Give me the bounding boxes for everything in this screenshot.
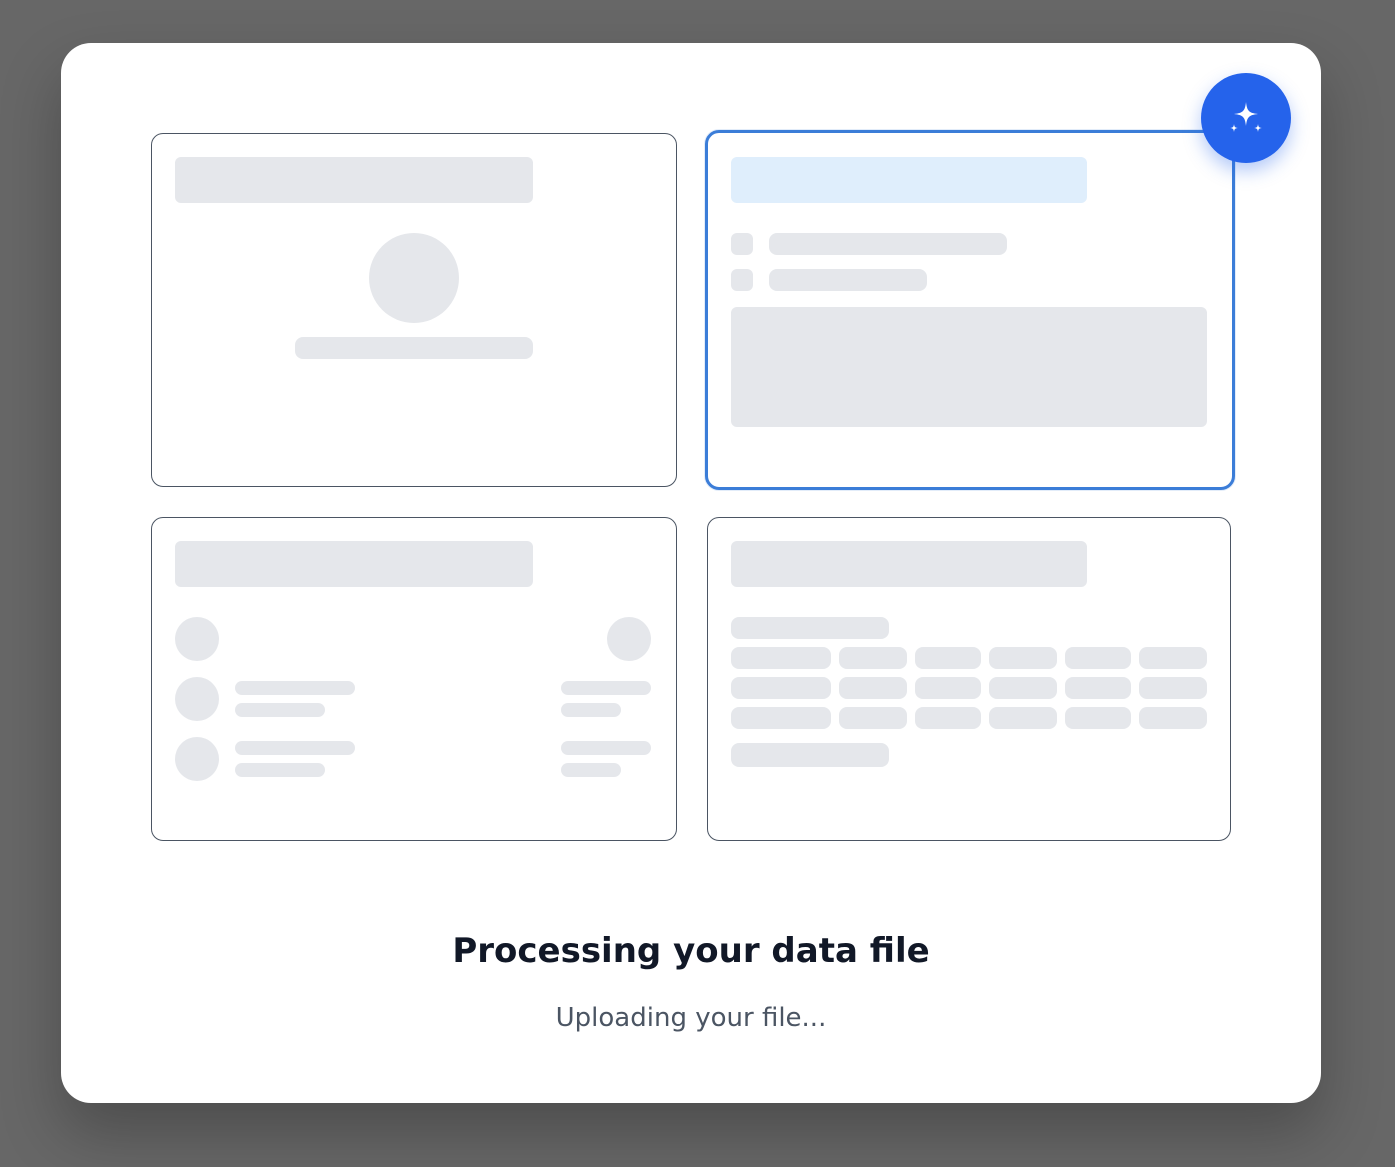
template-card-selected[interactable] bbox=[705, 130, 1235, 490]
skeleton-block bbox=[731, 307, 1207, 427]
skeleton-table-cell bbox=[731, 677, 831, 699]
dialog-title: Processing your data file bbox=[452, 931, 930, 971]
skeleton-table-cell bbox=[915, 647, 981, 669]
skeleton-table-cell bbox=[731, 707, 831, 729]
skeleton-table-cell bbox=[989, 707, 1057, 729]
skeleton-line bbox=[235, 763, 325, 777]
skeleton-avatar bbox=[175, 617, 219, 661]
skeleton-table-cell bbox=[1139, 677, 1207, 699]
skeleton-table-cell bbox=[1139, 707, 1207, 729]
skeleton-line bbox=[731, 617, 889, 639]
skeleton-table-cell bbox=[1065, 647, 1131, 669]
skeleton-bullet bbox=[731, 233, 753, 255]
sparkles-icon bbox=[1230, 102, 1262, 132]
ai-assist-button[interactable] bbox=[1201, 73, 1291, 163]
skeleton-bullet bbox=[731, 269, 753, 291]
skeleton-heading bbox=[175, 541, 533, 587]
skeleton-table-cell bbox=[989, 647, 1057, 669]
template-card-table[interactable] bbox=[707, 517, 1231, 841]
skeleton-line bbox=[769, 269, 927, 291]
skeleton-heading-highlight bbox=[731, 157, 1087, 203]
skeleton-line bbox=[731, 743, 889, 767]
skeleton-line bbox=[295, 337, 533, 359]
skeleton-table-cell bbox=[1139, 647, 1207, 669]
skeleton-line bbox=[235, 681, 355, 695]
template-card-list[interactable] bbox=[151, 517, 677, 841]
skeleton-table-cell bbox=[731, 647, 831, 669]
skeleton-line bbox=[561, 681, 651, 695]
skeleton-line bbox=[561, 741, 651, 755]
skeleton-line bbox=[235, 741, 355, 755]
skeleton-table bbox=[731, 647, 1207, 729]
skeleton-table-cell bbox=[839, 647, 907, 669]
skeleton-avatar bbox=[607, 617, 651, 661]
skeleton-avatar bbox=[175, 677, 219, 721]
skeleton-table-cell bbox=[915, 707, 981, 729]
template-card-profile[interactable] bbox=[151, 133, 677, 487]
skeleton-line bbox=[769, 233, 1007, 255]
skeleton-table-cell bbox=[839, 707, 907, 729]
processing-dialog: Processing your data file Uploading your… bbox=[61, 43, 1321, 1103]
skeleton-line bbox=[561, 763, 621, 777]
skeleton-table-cell bbox=[839, 677, 907, 699]
skeleton-avatar bbox=[175, 737, 219, 781]
skeleton-heading bbox=[175, 157, 533, 203]
skeleton-table-cell bbox=[989, 677, 1057, 699]
skeleton-heading bbox=[731, 541, 1087, 587]
skeleton-line bbox=[235, 703, 325, 717]
skeleton-line bbox=[561, 703, 621, 717]
skeleton-table-cell bbox=[915, 677, 981, 699]
skeleton-avatar bbox=[369, 233, 459, 323]
skeleton-table-cell bbox=[1065, 707, 1131, 729]
dialog-status: Uploading your file... bbox=[555, 1003, 827, 1033]
skeleton-table-cell bbox=[1065, 677, 1131, 699]
